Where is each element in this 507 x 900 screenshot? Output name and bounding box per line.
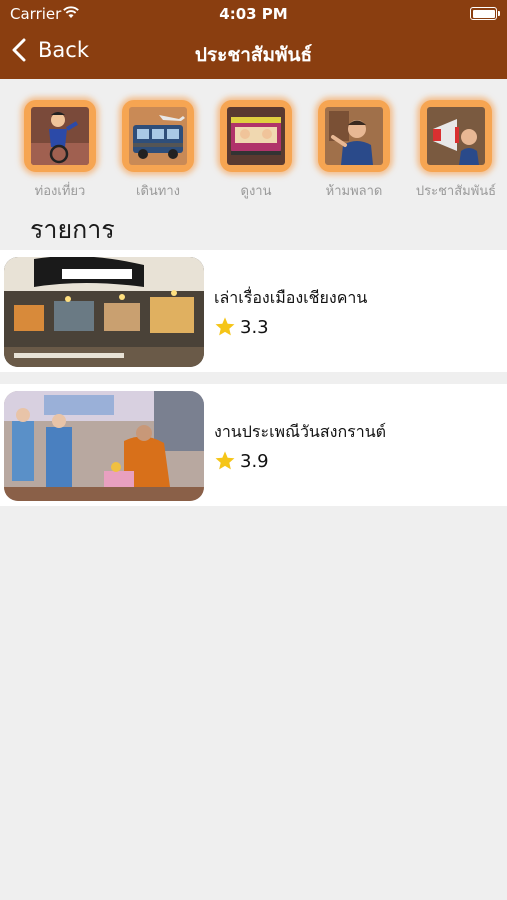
category-study-visit[interactable]: ดูงาน (214, 100, 298, 201)
man-pointing-icon (325, 107, 383, 165)
star-icon (215, 317, 235, 336)
list-item[interactable]: เล่าเรื่องเมืองเชียงคาน 3.3 (0, 250, 507, 372)
night-market-photo (4, 257, 204, 367)
bus-airplane-icon (129, 107, 187, 165)
category-label: ห้ามพลาด (325, 184, 383, 199)
category-label: ท่องเที่ยว (34, 184, 86, 199)
section-title: รายการ (30, 215, 115, 244)
category-label: ดูงาน (240, 184, 272, 199)
star-icon (215, 451, 235, 470)
item-rating: 3.9 (214, 450, 269, 472)
item-rating: 3.3 (214, 316, 269, 338)
category-must-see[interactable]: ห้ามพลาด (312, 100, 396, 201)
songkran-ceremony-photo (4, 391, 204, 501)
tram-people-icon (227, 107, 285, 165)
back-label: Back (38, 38, 89, 62)
status-bar: Carrier 4:03 PM (0, 0, 507, 28)
battery-icon (470, 7, 500, 20)
item-title: งานประเพณีวันสงกรานต์ (214, 422, 387, 441)
list-item[interactable]: งานประเพณีวันสงกรานต์ 3.9 (0, 384, 507, 506)
cyclist-icon (31, 107, 89, 165)
megaphone-icon (427, 107, 485, 165)
chevron-left-icon (12, 38, 26, 62)
item-thumbnail (4, 257, 204, 367)
category-announcements[interactable]: ประชาสัมพันธ์ (414, 100, 498, 201)
rating-value: 3.3 (240, 316, 269, 338)
navigation-bar: Carrier 4:03 PM Back ประชาสัมพันธ์ (0, 0, 507, 79)
back-button[interactable]: Back (12, 38, 89, 62)
rating-value: 3.9 (240, 450, 269, 472)
item-title: เล่าเรื่องเมืองเชียงคาน (214, 288, 368, 307)
category-row: ท่องเที่ยว เดินทาง ดูงาน ห้ามพลาด ประชาส… (0, 100, 507, 210)
clock: 4:03 PM (219, 5, 288, 23)
category-travel[interactable]: เดินทาง (116, 100, 200, 201)
item-thumbnail (4, 391, 204, 501)
category-label: ประชาสัมพันธ์ (415, 184, 497, 199)
category-tourism[interactable]: ท่องเที่ยว (18, 100, 102, 201)
category-label: เดินทาง (136, 184, 180, 199)
